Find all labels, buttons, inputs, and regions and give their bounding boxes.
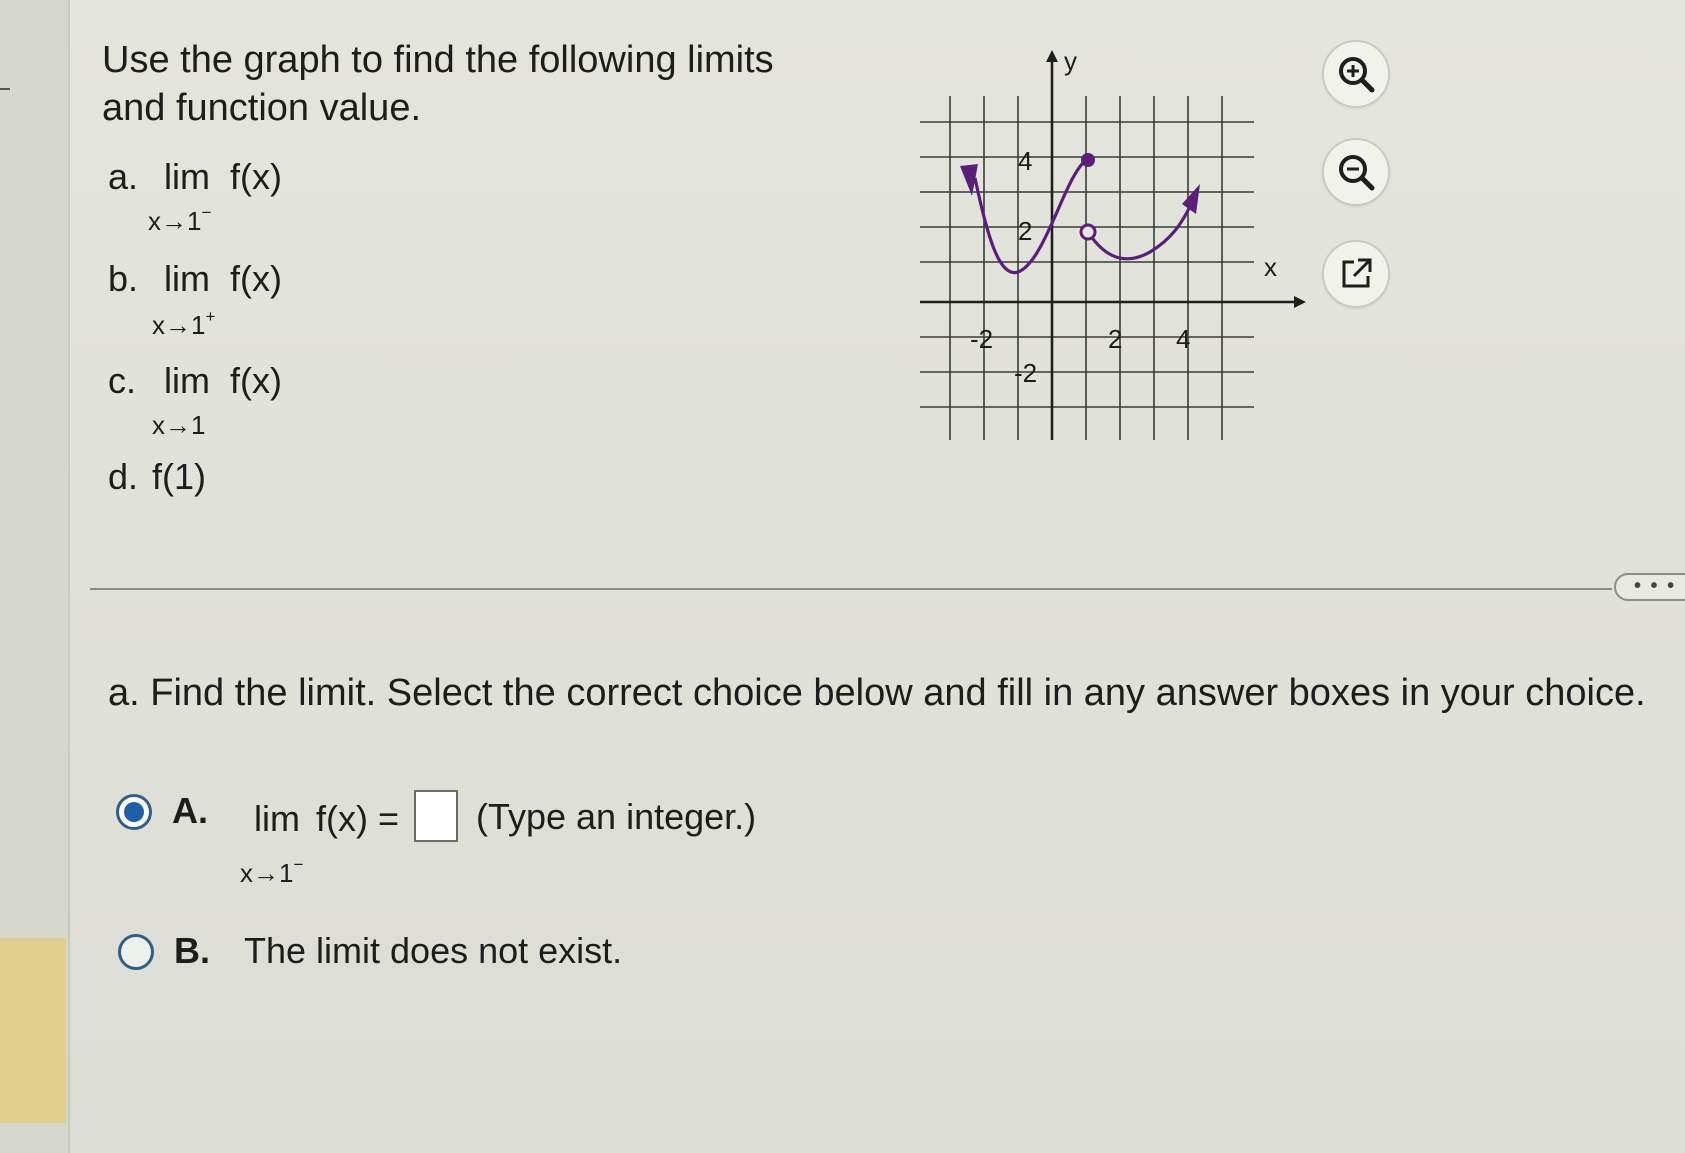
part-b-expression: lim f(x) [164,258,282,299]
part-b: b. lim f(x) x→1+ [108,258,282,340]
left-margin [0,0,70,1153]
open-external-icon [1342,258,1372,288]
x-tick-2: 2 [1108,324,1122,354]
curve-right-arrow [1182,184,1200,214]
choice-b-text: The limit does not exist. [244,930,623,971]
more-options-button[interactable]: • • • [1614,573,1685,601]
grid [920,96,1254,440]
x-axis-label: x [1264,252,1277,282]
part-c-letter: c. [108,360,137,401]
part-d: d. f(1) [108,456,206,498]
intro-line-1: Use the graph to find the following limi… [102,39,774,81]
part-b-subscript: x→1+ [152,307,216,341]
zoom-out-icon [1339,155,1375,191]
part-b-side: + [205,307,216,326]
y-tick-4: 4 [1018,146,1032,176]
choice-a-radio[interactable] [116,794,152,830]
zoom-in-button[interactable] [1322,40,1390,108]
function-graph: y x -2 2 4 4 2 -2 [920,46,1306,440]
intro-line-2: and function value. [102,87,422,129]
part-a-approach: x→1 [148,206,202,236]
choice-a-subscript: x→1− [240,855,304,889]
problem-statement: Use the graph to find the following limi… [102,36,822,132]
part-c-subscript: x→1 [152,410,205,441]
part-a-expression: lim f(x) [164,156,282,197]
choice-a-side: − [293,855,304,874]
part-d-letter: d. [108,456,139,497]
part-a: a. lim f(x) x→1− [108,156,282,236]
x-tick-4: 4 [1176,324,1190,354]
x-tick-neg2: -2 [970,324,993,354]
x-axis-arrow [1294,296,1306,308]
section-divider [90,588,1612,590]
zoom-in-icon [1339,57,1375,93]
choice-b-radio[interactable] [118,934,154,970]
part-c: c. lim f(x) x→1 [108,360,282,440]
y-axis-label: y [1064,46,1077,76]
part-c-expression: lim f(x) [164,360,282,401]
choice-a-lim: lim [254,798,300,839]
popout-button[interactable] [1322,240,1390,308]
y-tick-neg2: -2 [1014,358,1037,388]
choice-a-function: f(x) = [316,798,400,839]
part-a-subscript: x→1− [148,203,212,237]
choice-a-letter: A. [172,790,208,831]
choice-a-approach: x→1 [240,858,294,888]
y-tick-2: 2 [1018,216,1032,246]
choice-a-hint: (Type an integer.) [476,796,757,837]
margin-mark [0,88,10,90]
left-highlight-bar [0,938,66,1123]
open-point [1079,223,1097,241]
zoom-out-button[interactable] [1322,138,1390,206]
part-c-approach: x→1 [152,410,206,440]
curve-right-branch [1086,197,1196,261]
part-a-side: − [201,203,212,222]
question-prompt: a. Find the limit. Select the correct ch… [108,672,1646,714]
question-panel [70,0,1685,1153]
part-b-approach: x→1 [152,310,206,340]
closed-point [1081,153,1095,167]
part-d-expression: f(1) [152,456,206,497]
part-a-letter: a. [108,156,139,197]
y-axis-arrow [1046,50,1058,62]
choice-b-letter: B. [174,930,210,971]
answer-input[interactable] [414,790,458,842]
part-b-letter: b. [108,258,139,299]
